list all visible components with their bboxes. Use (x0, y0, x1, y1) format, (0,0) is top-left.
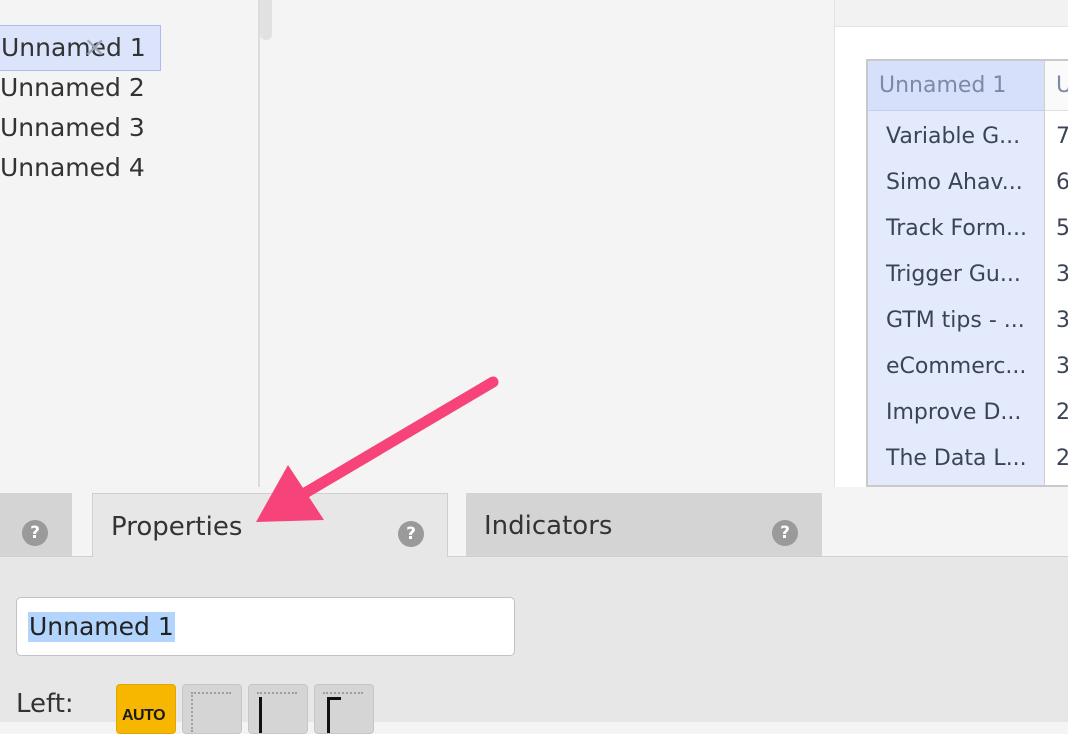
position-option-button[interactable] (182, 684, 242, 734)
table-header-cell[interactable]: Unnamed 1 (868, 61, 1044, 111)
list-item-label: Unnamed 2 (0, 73, 145, 102)
data-table: Unnamed 1 U Variable G... 7 Simo Ahav...… (866, 59, 1068, 487)
solid-line (259, 697, 262, 733)
tab-bar: ? Properties ? Indicators ? (0, 487, 1068, 557)
scrollbar[interactable] (260, 0, 272, 40)
tab-label: Indicators (484, 511, 613, 541)
table-cell[interactable]: 3 (1045, 252, 1068, 298)
dotted-line (191, 692, 193, 732)
solid-line (327, 697, 341, 700)
properties-panel: Unnamed 1 Left: AUTO (0, 557, 1068, 734)
table-header-cell[interactable]: U (1045, 61, 1068, 111)
dotted-line (323, 692, 363, 694)
selected-text: Unnamed 1 (28, 612, 175, 642)
help-icon[interactable]: ? (398, 521, 424, 547)
help-icon[interactable]: ? (772, 520, 798, 546)
left-position-label: Left: (16, 689, 74, 719)
position-option-button[interactable] (248, 684, 308, 734)
tab-previous[interactable]: ? (0, 493, 72, 556)
table-cell[interactable]: 7 (1045, 114, 1068, 160)
help-icon[interactable]: ? (22, 520, 48, 546)
tab-label: Properties (111, 512, 243, 542)
table-cell[interactable]: The Data L... (868, 436, 1044, 482)
list-item-label: Unnamed 4 (0, 153, 145, 182)
table-cell[interactable]: Trigger Gu... (868, 252, 1044, 298)
table-cell[interactable]: 3 (1045, 298, 1068, 344)
table-cell[interactable]: 2 (1045, 390, 1068, 436)
table-cell[interactable]: 3 (1045, 344, 1068, 390)
list-item-label: Unnamed 3 (0, 113, 145, 142)
table-cell[interactable]: Improve D... (868, 390, 1044, 436)
tab-indicators[interactable]: Indicators ? (466, 493, 822, 556)
list-item[interactable]: Unnamed 4 (0, 148, 145, 188)
close-icon[interactable]: × (83, 33, 106, 61)
list-item[interactable]: Unnamed 1 (0, 25, 161, 71)
tab-properties[interactable]: Properties ? (92, 493, 448, 557)
panel-header (835, 0, 1068, 27)
table-cell[interactable]: eCommerc... (868, 344, 1044, 390)
position-auto-button[interactable]: AUTO (116, 684, 176, 734)
dotted-line (191, 692, 231, 694)
table-cell[interactable]: 5 (1045, 206, 1068, 252)
auto-label: AUTO (122, 707, 166, 724)
list-item[interactable]: Unnamed 2 (0, 68, 145, 108)
dotted-line (257, 692, 297, 694)
series-name-input[interactable]: Unnamed 1 (16, 597, 515, 656)
table-cell[interactable]: 2 (1045, 436, 1068, 482)
position-option-button[interactable] (314, 684, 374, 734)
table-cell[interactable]: Simo Ahav... (868, 160, 1044, 206)
series-list-panel: Unnamed 1 Unnamed 2 Unnamed 3 Unnamed 4 … (0, 0, 260, 487)
table-cell[interactable]: Variable G... (868, 114, 1044, 160)
solid-line (327, 697, 330, 733)
table-cell[interactable]: 6 (1045, 160, 1068, 206)
data-preview-panel: Unnamed 1 U Variable G... 7 Simo Ahav...… (834, 0, 1068, 487)
arrow-shaft (294, 376, 499, 502)
list-item-label: Unnamed 1 (1, 33, 146, 62)
table-cell[interactable]: Track Form... (868, 206, 1044, 252)
table-cell[interactable]: GTM tips - ... (868, 298, 1044, 344)
list-item[interactable]: Unnamed 3 (0, 108, 145, 148)
